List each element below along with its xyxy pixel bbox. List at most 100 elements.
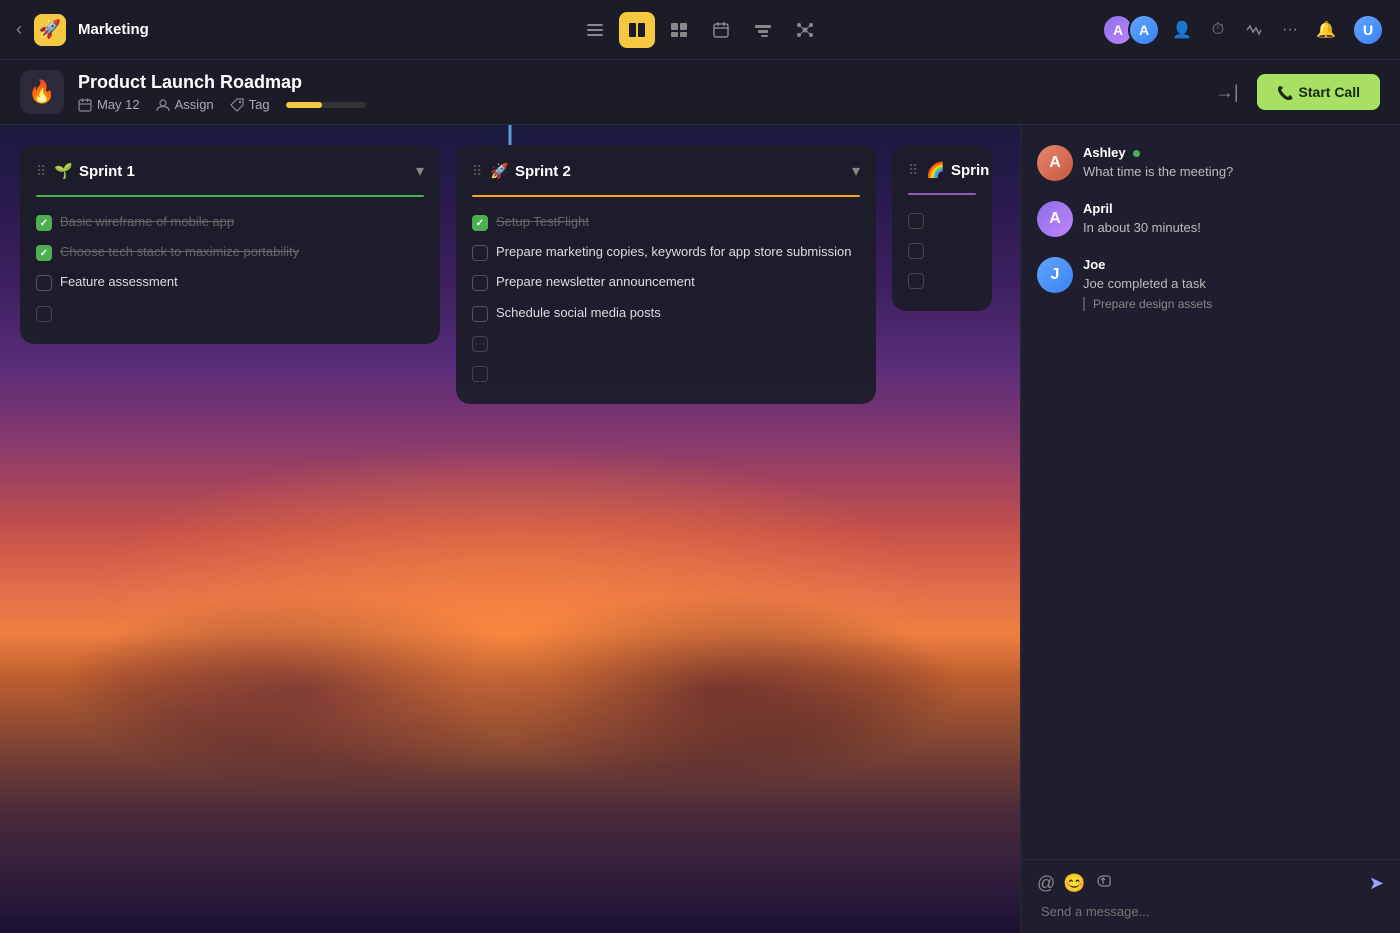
sprint2-column: ⠿ 🚀 Sprint 2 ▾ Setup TestFlight [456,145,876,404]
sprint2-header: ⠿ 🚀 Sprint 2 ▾ [472,161,860,181]
drag-handle-sprint2[interactable]: ⠿ [472,163,482,180]
message-input[interactable] [1037,904,1384,919]
task-checkbox-empty[interactable] [36,306,52,322]
tag-field[interactable]: Tag [230,97,270,112]
task-item [908,235,976,265]
online-indicator [1133,150,1140,157]
sprint3-underline [908,193,976,195]
chat-message: J Joe Joe completed a task Prepare desig… [1037,257,1384,310]
task-text: Choose tech stack to maximize portabilit… [60,243,299,261]
sprint2-card: ⠿ 🚀 Sprint 2 ▾ Setup TestFlight [456,145,876,404]
task-checkbox[interactable] [36,215,52,231]
project-info: Product Launch Roadmap May 12 Assign [78,72,1208,112]
task-checkbox-empty[interactable] [908,243,924,259]
header-right: →| Start Call [1208,74,1380,110]
more-btn[interactable]: ··· [1276,16,1304,44]
task-item [36,298,424,328]
task-item: Feature assessment [36,267,424,297]
task-item: Prepare marketing copies, keywords for a… [472,237,860,267]
activity-btn[interactable] [1240,16,1268,44]
start-call-button[interactable]: Start Call [1257,74,1380,110]
view-board-btn[interactable] [619,12,655,48]
task-text: Basic wireframe of mobile app [60,213,234,231]
mention-btn[interactable]: @ [1037,872,1055,895]
board-divider [509,125,512,145]
task-checkbox-empty[interactable] [908,213,924,229]
task-checkbox[interactable] [472,275,488,291]
task-checkbox[interactable] [472,306,488,322]
task-checkbox[interactable] [472,215,488,231]
task-item: Basic wireframe of mobile app [36,207,424,237]
emoji-btn[interactable]: 😊 [1063,872,1085,895]
sprint2-menu-btn[interactable]: ▾ [852,161,860,181]
chat-message-text: Joe completed a task [1083,275,1212,293]
view-network-btn[interactable] [787,12,823,48]
nav-left: ‹ 🚀 Marketing [16,14,149,46]
assign-field[interactable]: Assign [156,97,214,112]
chat-sender-name: Ashley [1083,145,1233,160]
nav-right: A A 👤 ⏱ ··· 🔔 U [1102,14,1384,46]
add-member-btn[interactable]: 👤 [1168,16,1196,44]
sprint3-column: ⠿ 🌈 Sprin [892,145,992,311]
drag-handle-sprint3[interactable]: ⠿ [908,162,918,179]
project-meta: May 12 Assign Tag [78,97,1208,112]
task-item [908,265,976,295]
task-item: Setup TestFlight [472,207,860,237]
sprint1-underline [36,195,424,197]
back-button[interactable]: ‹ [16,19,22,40]
sprint1-menu-btn[interactable]: ▾ [416,161,424,181]
collapse-panel-btn[interactable]: →| [1208,78,1247,107]
sprint2-underline [472,195,860,197]
sprint1-title: 🌱 Sprint 1 [54,162,416,180]
task-text: Prepare newsletter announcement [496,273,695,291]
send-message-btn[interactable]: ➤ [1369,873,1384,894]
drag-handle-sprint1[interactable]: ⠿ [36,163,46,180]
notifications-btn[interactable]: 🔔 [1312,16,1340,44]
task-item [472,358,860,388]
progress-fill [286,102,322,108]
chat-message: A April In about 30 minutes! [1037,201,1384,237]
task-checkbox-empty[interactable] [908,273,924,289]
view-timeline-btn[interactable] [745,12,781,48]
sprint2-title: 🚀 Sprint 2 [490,162,852,180]
sprint1-header: ⠿ 🌱 Sprint 1 ▾ [36,161,424,181]
view-table-btn[interactable] [661,12,697,48]
task-checkbox-empty[interactable] [472,366,488,382]
sprint3-title: 🌈 Sprin [926,161,989,179]
progress-bar [286,102,366,108]
chat-sidebar: A Ashley What time is the meeting? A Apr… [1020,125,1400,933]
app-icon: 🚀 [34,14,66,46]
task-item [908,205,976,235]
date-field[interactable]: May 12 [78,97,140,112]
task-text: Setup TestFlight [496,213,589,231]
chat-message: A Ashley What time is the meeting? [1037,145,1384,181]
chat-content-joe: Joe Joe completed a task Prepare design … [1083,257,1212,310]
task-checkbox[interactable] [472,245,488,261]
sprint1-column: ⠿ 🌱 Sprint 1 ▾ Basic wireframe of mobile… [20,145,440,344]
chat-content-april: April In about 30 minutes! [1083,201,1201,237]
view-calendar-btn[interactable] [703,12,739,48]
avatar-group: A A [1102,14,1160,46]
task-checkbox[interactable] [36,275,52,291]
chat-messages: A Ashley What time is the meeting? A Apr… [1021,125,1400,859]
chat-sender-name: Joe [1083,257,1212,272]
chat-task-reference: Prepare design assets [1083,297,1212,311]
view-list-btn[interactable] [577,12,613,48]
attachment-btn[interactable] [1094,872,1112,895]
avatar-user2[interactable]: A [1128,14,1160,46]
chat-avatar-joe: J [1037,257,1073,293]
chat-message-text: What time is the meeting? [1083,163,1233,181]
task-text: Schedule social media posts [496,304,661,322]
task-checkbox[interactable] [36,245,52,261]
board-columns: ⠿ 🌱 Sprint 1 ▾ Basic wireframe of mobile… [0,125,1020,933]
workspace-name: Marketing [78,21,149,38]
timer-btn[interactable]: ⏱ [1204,16,1232,44]
task-text: Prepare marketing copies, keywords for a… [496,243,852,261]
sprint3-card: ⠿ 🌈 Sprin [892,145,992,311]
chat-input-icons: @ 😊 [1037,872,1112,895]
sprint1-card: ⠿ 🌱 Sprint 1 ▾ Basic wireframe of mobile… [20,145,440,344]
chat-message-text: In about 30 minutes! [1083,219,1201,237]
task-item: Prepare newsletter announcement [472,267,860,297]
user-avatar[interactable]: U [1352,14,1384,46]
task-checkbox-empty[interactable] [472,336,488,352]
